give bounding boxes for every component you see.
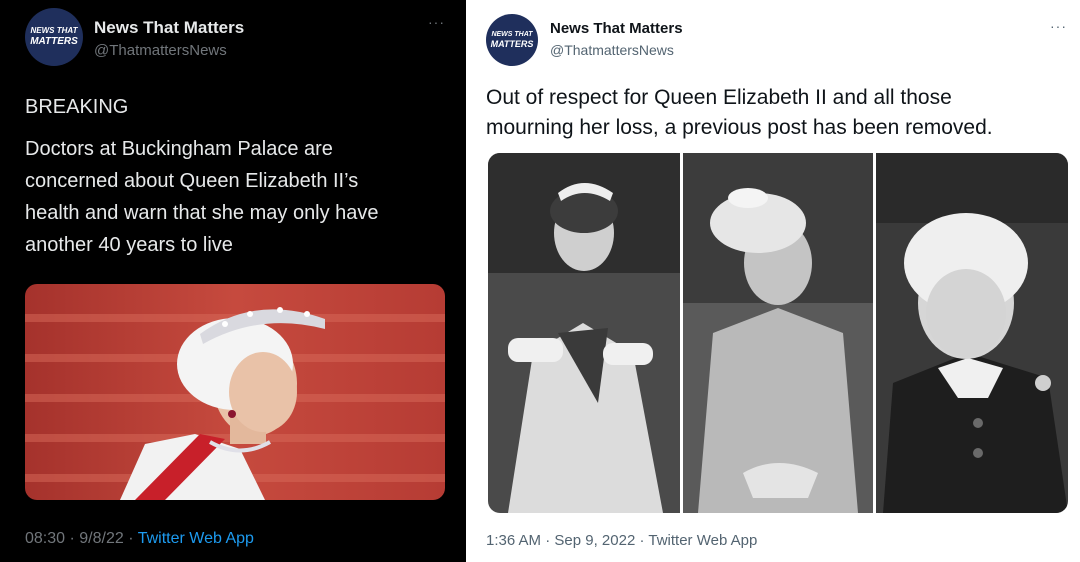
- display-name[interactable]: News That Matters: [550, 20, 683, 37]
- tweet-text-line: mourning her loss, a previous post has b…: [486, 116, 993, 139]
- client-app-link[interactable]: Twitter Web App: [648, 532, 757, 549]
- tweet-time[interactable]: 1:36 AM: [486, 532, 541, 549]
- more-options-icon[interactable]: ···: [1050, 18, 1067, 34]
- queen-photos-image: [488, 153, 1068, 513]
- tweet-timestamp: 1:36 AM · Sep 9, 2022 · Twitter Web App: [486, 532, 758, 549]
- avatar[interactable]: NEWS THAT MATTERS: [486, 14, 538, 66]
- tweet-date[interactable]: Sep 9, 2022: [554, 532, 635, 549]
- tweet-photo-grid[interactable]: [488, 153, 1068, 513]
- tweet-text-line: Out of respect for Queen Elizabeth II an…: [486, 86, 952, 109]
- user-handle[interactable]: @ThatmattersNews: [550, 42, 674, 58]
- light-tweet-card: NEWS THAT MATTERS News That Matters @Tha…: [0, 0, 1080, 562]
